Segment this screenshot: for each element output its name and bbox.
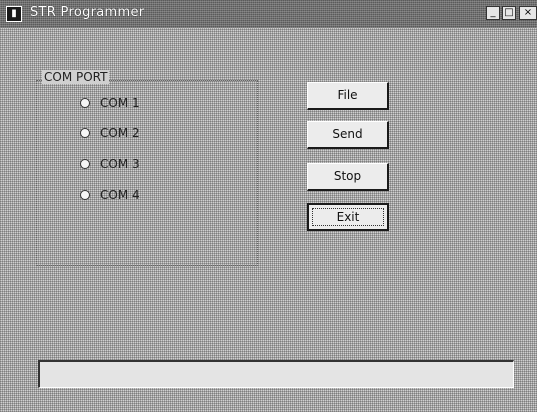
radio-button-icon[interactable] [80,128,90,138]
maximize-button[interactable]: □ [502,6,516,20]
radio-button-icon[interactable] [80,98,90,108]
send-button[interactable]: Send [307,121,389,149]
close-button[interactable]: × [519,6,537,20]
com-port-groupbox [36,80,258,266]
radio-label-com1: COM 1 [100,96,140,110]
file-button[interactable]: File [307,82,389,110]
radio-button-icon[interactable] [80,190,90,200]
radio-com4[interactable]: COM 4 [80,186,140,204]
radio-label-com3: COM 3 [100,157,140,171]
title-bar[interactable]: ▮ STR Programmer _ □ × [0,0,537,28]
radio-button-icon[interactable] [80,159,90,169]
minimize-button[interactable]: _ [486,6,500,20]
radio-label-com4: COM 4 [100,188,140,202]
main-window: ▮ STR Programmer _ □ × COM PORT COM 1 CO… [0,0,537,412]
radio-com2[interactable]: COM 2 [80,124,140,142]
com-port-group-label: COM PORT [42,70,110,84]
radio-com1[interactable]: COM 1 [80,94,140,112]
app-icon[interactable]: ▮ [6,6,22,22]
radio-com3[interactable]: COM 3 [80,155,140,173]
status-bar [38,360,514,388]
radio-label-com2: COM 2 [100,126,140,140]
stop-button[interactable]: Stop [307,163,389,191]
exit-button[interactable]: Exit [307,203,389,231]
window-title: STR Programmer [30,5,145,20]
